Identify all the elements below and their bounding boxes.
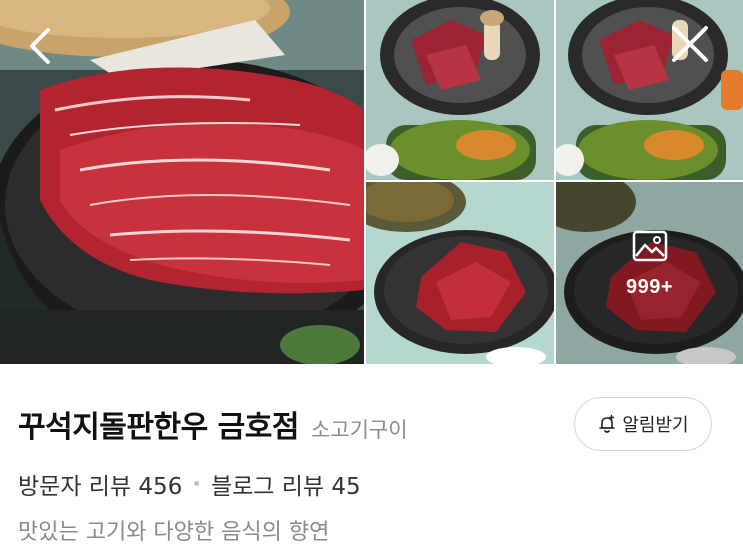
place-description: 맛있는 고기와 다양한 음식의 향연: [18, 520, 330, 545]
chevron-left-icon: [30, 28, 50, 64]
photo-thumbnail-image: [366, 0, 554, 180]
review-summary: 방문자 리뷰 456 • 블로그 리뷰 45: [18, 467, 361, 501]
close-icon: [672, 26, 708, 62]
place-name: 꾸석지돌판한우 금호점: [18, 410, 299, 445]
title-row: 꾸석지돌판한우 금호점 소고기구이: [18, 402, 408, 446]
more-photos-button[interactable]: 999+: [556, 182, 743, 364]
bell-plus-icon: [599, 414, 616, 433]
separator-dot: •: [191, 473, 202, 495]
photo-thumbnail-image: [556, 0, 743, 180]
photo-count: 999+: [625, 275, 674, 298]
blog-review-link[interactable]: 블로그 리뷰 45: [211, 467, 361, 501]
close-button[interactable]: [668, 22, 712, 66]
visitor-review-link[interactable]: 방문자 리뷰 456: [18, 467, 182, 501]
notification-button[interactable]: 알림받기: [574, 397, 712, 451]
notification-button-label: 알림받기: [622, 415, 689, 436]
place-category: 소고기구이: [310, 418, 408, 442]
image-gallery-icon: [632, 230, 667, 261]
photo-gallery: 999+: [0, 0, 743, 364]
photo-thumbnail[interactable]: [366, 182, 554, 364]
back-button[interactable]: [18, 22, 62, 70]
place-info: 꾸석지돌판한우 금호점 소고기구이 알림받기 방문자 리뷰 456 • 블로그 …: [0, 364, 743, 552]
photo-thumbnail[interactable]: [366, 0, 554, 180]
photo-thumbnail[interactable]: [556, 0, 743, 180]
photo-thumbnail-image: [366, 182, 554, 364]
